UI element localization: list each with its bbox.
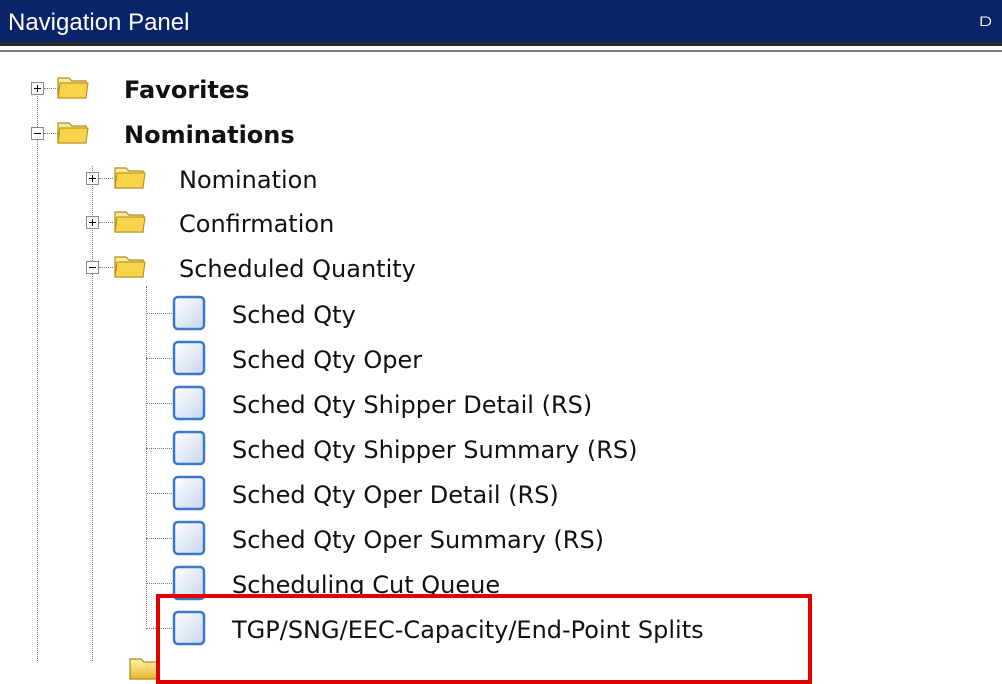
- navigation-panel-header: Navigation Panel ⫐: [0, 0, 1002, 46]
- tree-item-label: Sched Qty Oper Summary (RS): [232, 526, 605, 554]
- tree-label-scheduled-quantity: Scheduled Quantity: [179, 255, 416, 283]
- tree-item-sched-qty[interactable]: Sched Qty: [146, 293, 646, 333]
- tree-connector: [146, 628, 172, 629]
- page-icon: [172, 475, 206, 511]
- tree-item-label: Sched Qty Oper: [232, 346, 423, 374]
- tree-item-label: Sched Qty Oper Detail (RS): [232, 481, 559, 509]
- page-icon: [172, 295, 206, 331]
- tree-connector: [37, 96, 38, 661]
- tree-item-label: TGP/SNG/EEC-Capacity/End-Point Splits: [232, 616, 704, 644]
- collapse-icon[interactable]: [86, 261, 99, 274]
- tree-node-nominations[interactable]: Nominations: [24, 113, 344, 153]
- tree-connector: [146, 313, 172, 314]
- tree-connector: [99, 178, 113, 179]
- folder-icon: [129, 658, 159, 680]
- tree-node-scheduled-quantity[interactable]: Scheduled Quantity: [79, 247, 479, 287]
- tree-item-sched-qty-shipper-detail[interactable]: Sched Qty Shipper Detail (RS): [146, 383, 706, 423]
- collapse-icon[interactable]: [31, 127, 44, 140]
- tree-item-label: Scheduling Cut Queue: [232, 571, 501, 599]
- folder-icon: [114, 167, 146, 189]
- folder-icon: [57, 122, 89, 144]
- page-icon: [172, 340, 206, 376]
- tree-item-label: Sched Qty Shipper Detail (RS): [232, 391, 593, 419]
- tree-item-label: Sched Qty Shipper Summary (RS): [232, 436, 638, 464]
- expand-icon[interactable]: [31, 82, 44, 95]
- tree-item-tgp-sng-eec-splits[interactable]: TGP/SNG/EEC-Capacity/End-Point Splits: [146, 608, 846, 648]
- folder-icon: [114, 211, 146, 233]
- page-icon: [172, 610, 206, 646]
- tree-connector: [146, 358, 172, 359]
- tree-connector: [146, 448, 172, 449]
- tree-item-sched-qty-oper-detail[interactable]: Sched Qty Oper Detail (RS): [146, 473, 706, 513]
- tree-label-confirmation: Confirmation: [179, 210, 335, 238]
- tree-item-sched-qty-shipper-summary[interactable]: Sched Qty Shipper Summary (RS): [146, 428, 746, 468]
- tree-connector: [99, 267, 113, 268]
- page-icon: [172, 430, 206, 466]
- tree-item-scheduling-cut-queue[interactable]: Scheduling Cut Queue: [146, 563, 706, 603]
- tree-connector: [146, 403, 172, 404]
- tree-node-nomination[interactable]: Nomination: [79, 158, 399, 198]
- page-icon: [172, 385, 206, 421]
- tree-item-sched-qty-oper[interactable]: Sched Qty Oper: [146, 338, 646, 378]
- expand-icon[interactable]: [86, 172, 99, 185]
- expand-icon[interactable]: [86, 216, 99, 229]
- pin-icon[interactable]: ⫐: [980, 11, 998, 31]
- folder-icon: [114, 256, 146, 278]
- tree-label-nominations: Nominations: [124, 121, 295, 149]
- tree-item-label: Sched Qty: [232, 301, 356, 329]
- tree-item-sched-qty-oper-summary[interactable]: Sched Qty Oper Summary (RS): [146, 518, 706, 558]
- tree-connector: [146, 583, 172, 584]
- navigation-tree: Favorites Nominations Nomination Confirm…: [0, 56, 1002, 680]
- folder-icon: [57, 77, 89, 99]
- tree-label-nomination: Nomination: [179, 166, 318, 194]
- panel-title: Navigation Panel: [8, 9, 190, 36]
- tree-connector: [99, 222, 113, 223]
- page-icon: [172, 520, 206, 556]
- tree-connector: [146, 538, 172, 539]
- tree-node-confirmation[interactable]: Confirmation: [79, 202, 399, 242]
- tree-label-favorites: Favorites: [124, 76, 250, 104]
- header-separator: [0, 50, 1002, 52]
- page-icon: [172, 565, 206, 601]
- tree-node-favorites[interactable]: Favorites: [24, 68, 324, 108]
- tree-connector: [146, 493, 172, 494]
